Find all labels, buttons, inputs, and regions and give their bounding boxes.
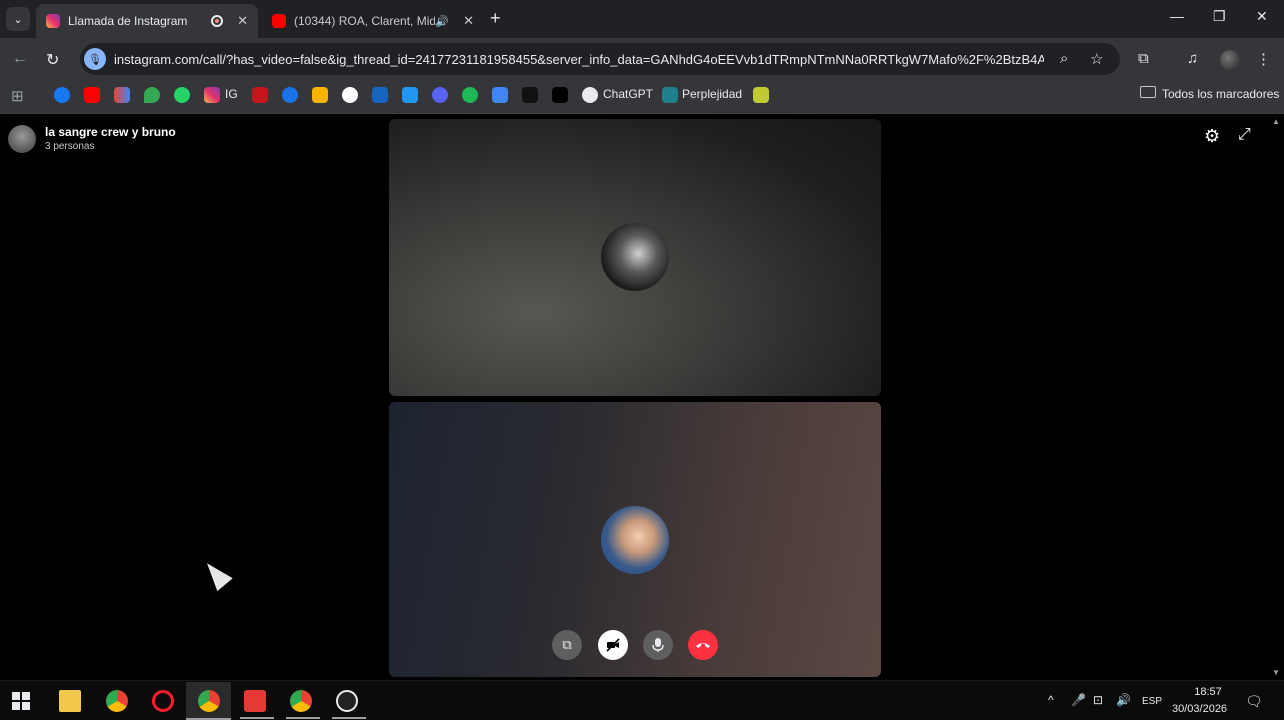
- language-indicator[interactable]: ESP: [1142, 696, 1162, 707]
- tab-search-button[interactable]: ⌄: [6, 7, 30, 31]
- bookmark-yellow-icon[interactable]: [312, 87, 328, 103]
- menu-icon[interactable]: ⋮: [1256, 50, 1271, 68]
- clock-date[interactable]: 30/03/2026: [1172, 703, 1227, 715]
- microphone-in-use-icon[interactable]: 🎙: [84, 48, 106, 70]
- bookmark-doc-icon[interactable]: [492, 87, 508, 103]
- youtube-icon[interactable]: [84, 87, 100, 103]
- end-call-button[interactable]: [688, 630, 718, 660]
- speaker-icon[interactable]: 🔊: [435, 15, 449, 28]
- bookmark-x-icon[interactable]: [402, 87, 418, 103]
- app-clock-icon[interactable]: [336, 690, 358, 712]
- settings-gear-icon[interactable]: ⚙: [1204, 126, 1220, 147]
- chrome-icon[interactable]: [106, 690, 128, 712]
- bookmark-ig-label[interactable]: IG: [225, 87, 238, 101]
- recording-icon: [211, 15, 224, 27]
- tv-icon[interactable]: [522, 87, 538, 103]
- participant-avatar: [601, 506, 669, 574]
- whatsapp-icon[interactable]: [174, 87, 190, 103]
- acrobat-icon[interactable]: [244, 690, 266, 712]
- notifications-icon[interactable]: 🗨: [1245, 693, 1263, 710]
- hang-up-icon: [696, 643, 710, 648]
- instagram-icon[interactable]: [204, 87, 220, 103]
- bookmark-red-icon[interactable]: [252, 87, 268, 103]
- zoom-search-icon[interactable]: ⌕: [1060, 50, 1068, 67]
- media-control-icon[interactable]: ♫: [1187, 50, 1198, 67]
- microphone-button[interactable]: [643, 630, 673, 660]
- participant-tile-self: [389, 402, 881, 677]
- windows-start-icon[interactable]: [12, 692, 34, 714]
- tab-youtube[interactable]: (10344) ROA, Clarent, Midn 🔊 ✕: [262, 4, 484, 38]
- switch-camera-button[interactable]: ⧉: [552, 630, 582, 660]
- video-off-button[interactable]: [598, 630, 628, 660]
- tab-title: Llamada de Instagram: [68, 14, 188, 28]
- group-name: la sangre crew y bruno: [45, 125, 176, 139]
- perplexity-icon[interactable]: [662, 87, 678, 103]
- facebook-icon[interactable]: [54, 87, 70, 103]
- spotify-icon[interactable]: [462, 87, 478, 103]
- all-bookmarks-label[interactable]: Todos los marcadores: [1162, 87, 1279, 101]
- participant-tile-1: [389, 119, 881, 396]
- maps-icon[interactable]: [144, 87, 160, 103]
- tab-close-icon[interactable]: ✕: [463, 13, 474, 29]
- discord-icon[interactable]: [432, 87, 448, 103]
- new-tab-button[interactable]: +: [490, 8, 501, 29]
- chatgpt-icon[interactable]: [582, 87, 598, 103]
- tray-microphone-icon[interactable]: 🎤: [1071, 693, 1086, 707]
- bookmark-green-icon[interactable]: [753, 87, 769, 103]
- scroll-down-arrow[interactable]: ▼: [1272, 668, 1280, 677]
- chrome-profile-icon[interactable]: [198, 690, 220, 712]
- running-indicator: [240, 717, 274, 719]
- running-indicator: [332, 717, 366, 719]
- youtube-favicon-icon: [272, 14, 286, 28]
- network-icon[interactable]: ⊡: [1093, 693, 1103, 707]
- profile-avatar[interactable]: [1220, 50, 1240, 70]
- extensions-icon[interactable]: ⧉: [1138, 50, 1149, 67]
- back-icon[interactable]: ←: [12, 50, 28, 68]
- clock-time[interactable]: 18:57: [1188, 686, 1228, 698]
- toolbar: ← ↻ 🎙 instagram.com/call/?has_video=fals…: [0, 38, 1284, 80]
- close-window-button[interactable]: ✕: [1256, 8, 1268, 25]
- fullscreen-expand-icon[interactable]: ⤢: [1238, 126, 1251, 144]
- tab-title: (10344) ROA, Clarent, Midn: [294, 14, 436, 28]
- participant-avatar: [601, 223, 669, 291]
- address-bar[interactable]: 🎙 instagram.com/call/?has_video=false&ig…: [80, 43, 1120, 75]
- microphone-icon: [652, 638, 664, 652]
- volume-icon[interactable]: 🔊: [1116, 693, 1131, 707]
- group-avatar: [8, 125, 36, 153]
- restore-button[interactable]: ❐: [1213, 8, 1226, 25]
- chrome-alt-icon[interactable]: [290, 690, 312, 712]
- apps-grid-icon[interactable]: ⊞: [11, 87, 24, 105]
- instagram-favicon-icon: [46, 14, 60, 28]
- google-icon[interactable]: [342, 87, 358, 103]
- reload-icon[interactable]: ↻: [46, 50, 59, 70]
- running-indicator: [286, 717, 320, 719]
- tray-expand-icon[interactable]: ^: [1048, 693, 1054, 707]
- tab-close-icon[interactable]: ✕: [237, 13, 248, 29]
- bookmark-perplexity-label[interactable]: Perplejidad: [682, 87, 742, 101]
- bookmark-blue-icon[interactable]: [372, 87, 388, 103]
- tab-instagram-call[interactable]: Llamada de Instagram ✕: [36, 4, 258, 38]
- file-explorer-icon[interactable]: [59, 690, 81, 712]
- bookmark-star-icon[interactable]: ☆: [1090, 50, 1103, 68]
- gmail-icon[interactable]: [114, 87, 130, 103]
- video-off-icon: [606, 638, 620, 652]
- participants-count: 3 personas: [45, 141, 95, 152]
- folder-icon: [1140, 86, 1156, 98]
- bookmark-chatgpt-label[interactable]: ChatGPT: [603, 87, 653, 101]
- play-icon[interactable]: [282, 87, 298, 103]
- opera-icon[interactable]: [152, 690, 174, 712]
- tiktok-icon[interactable]: [552, 87, 568, 103]
- url-text[interactable]: instagram.com/call/?has_video=false&ig_t…: [114, 52, 1044, 67]
- scroll-up-arrow[interactable]: ▲: [1272, 117, 1280, 126]
- minimize-button[interactable]: —: [1170, 8, 1184, 24]
